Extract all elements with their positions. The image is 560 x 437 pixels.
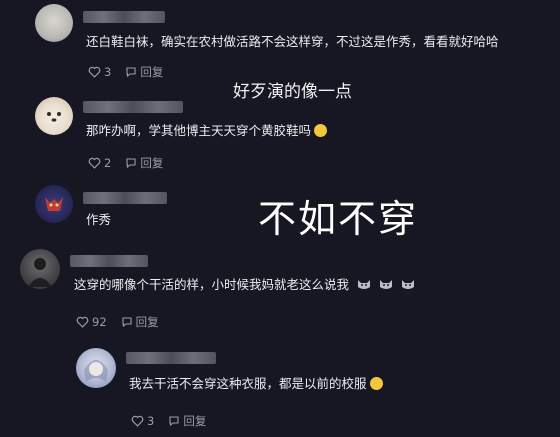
heart-outline-icon: [131, 415, 144, 427]
comment-actions: 92 回复: [76, 314, 173, 330]
speech-bubble-icon: [122, 317, 132, 328]
crying-cat-emoji-icon: [401, 278, 415, 290]
overlay-caption: 好歹演的像一点: [233, 82, 352, 102]
username-blurred[interactable]: [83, 11, 165, 23]
heart-outline-icon: [88, 66, 101, 78]
comment-text: 作秀: [86, 212, 112, 227]
like-button[interactable]: 92: [76, 315, 107, 329]
avatar[interactable]: [20, 249, 60, 289]
username-blurred[interactable]: [70, 255, 148, 267]
username-blurred[interactable]: [83, 192, 167, 204]
like-count: 2: [104, 156, 112, 170]
comment-actions: 2 回复: [88, 155, 177, 171]
comment-actions: 3 回复: [88, 64, 177, 80]
like-count: 92: [92, 315, 107, 329]
like-button[interactable]: 3: [131, 414, 154, 428]
dragon-avatar-icon: [45, 197, 63, 211]
reply-button[interactable]: 回复: [121, 314, 159, 330]
reply-button[interactable]: 回复: [125, 155, 163, 171]
laughing-emoji-icon: [369, 377, 383, 390]
username-blurred[interactable]: [83, 101, 183, 113]
reply-label: 回复: [183, 414, 207, 428]
like-count: 3: [147, 414, 155, 428]
laughing-emoji-icon: [314, 124, 328, 137]
avatar[interactable]: [76, 348, 116, 388]
speech-bubble-icon: [126, 67, 136, 78]
person-silhouette-icon: [28, 258, 52, 287]
heart-outline-icon: [76, 316, 89, 328]
comment-actions: 3 回复: [131, 413, 220, 429]
avatar[interactable]: [35, 97, 73, 135]
reply-button[interactable]: 回复: [168, 413, 206, 429]
comment-text: 那咋办啊，学其他博主天天穿个黄胶鞋吗: [86, 123, 328, 139]
like-button[interactable]: 3: [88, 65, 111, 79]
puppy-avatar-icon: [47, 112, 61, 122]
avatar[interactable]: [35, 4, 73, 42]
comment-text: 这穿的哪像个干活的样，小时候我妈就老这么说我: [74, 277, 415, 293]
avatar[interactable]: [35, 185, 73, 223]
reply-label: 回复: [135, 315, 159, 329]
heart-outline-icon: [88, 157, 101, 169]
overlay-big-text: 不如不穿: [258, 197, 419, 241]
comment-text: 我去干活不会穿这种衣服，都是以前的校服: [129, 376, 383, 392]
crying-cat-emoji-icon: [379, 278, 393, 290]
speech-bubble-icon: [169, 416, 179, 427]
anime-girl-avatar-icon: [84, 360, 108, 382]
username-blurred[interactable]: [126, 352, 216, 364]
crying-cat-emoji-icon: [357, 278, 371, 290]
reply-label: 回复: [140, 156, 164, 170]
reply-label: 回复: [140, 65, 164, 79]
like-button[interactable]: 2: [88, 156, 111, 170]
reply-button[interactable]: 回复: [125, 64, 163, 80]
speech-bubble-icon: [126, 158, 136, 169]
comment-text: 还白鞋白袜，确实在农村做活路不会这样穿，不过这是作秀，看看就好哈哈: [86, 34, 499, 49]
like-count: 3: [104, 65, 112, 79]
